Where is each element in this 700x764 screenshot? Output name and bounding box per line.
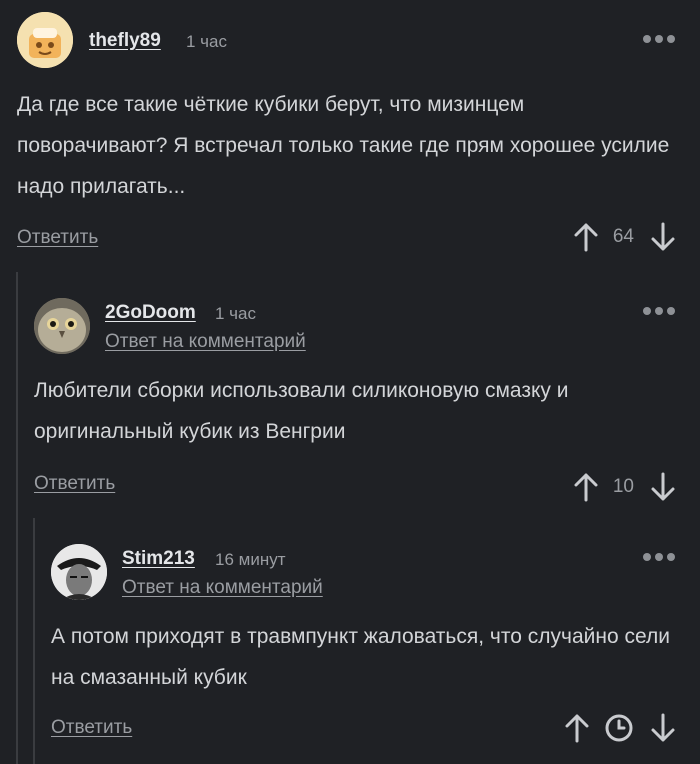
vote-count: 64 <box>612 226 634 247</box>
timestamp: 16 минут <box>215 550 286 569</box>
downvote-arrow-icon[interactable] <box>650 222 676 252</box>
clock-icon <box>605 714 633 742</box>
comment-text: А потом приходят в травмпункт жаловаться… <box>51 625 670 689</box>
vote-controls <box>564 713 676 743</box>
comment-header: 2GoDoom 1 час Ответ на комментарий <box>17 272 700 354</box>
comment-header: thefly89 1 час <box>0 0 700 70</box>
upvote-arrow-icon[interactable] <box>573 472 599 502</box>
thread-line[interactable] <box>16 272 18 764</box>
username[interactable]: Stim213 <box>122 548 195 570</box>
upvote-arrow-icon[interactable] <box>564 713 590 743</box>
username[interactable]: 2GoDoom <box>105 302 196 324</box>
username[interactable]: thefly89 <box>89 30 161 52</box>
reply-to-link[interactable]: Ответ на комментарий <box>122 577 323 599</box>
vote-controls: 64 <box>573 222 676 252</box>
more-options-icon[interactable] <box>643 307 675 315</box>
avatar[interactable] <box>51 544 107 600</box>
comment-header: Stim213 16 минут Ответ на комментарий <box>34 518 700 600</box>
comment: 2GoDoom 1 час Ответ на комментарий Любит… <box>17 272 700 502</box>
more-options-icon[interactable] <box>643 553 675 561</box>
avatar[interactable] <box>17 12 73 68</box>
comment: thefly89 1 час Да где все такие чёткие к… <box>0 0 700 252</box>
comment-text: Любители сборки использовали силиконовую… <box>34 379 569 443</box>
downvote-arrow-icon[interactable] <box>650 713 676 743</box>
avatar[interactable] <box>34 298 90 354</box>
comments-feed: thefly89 1 час Да где все такие чёткие к… <box>0 0 700 764</box>
reply-button[interactable]: Ответить <box>17 227 98 249</box>
downvote-arrow-icon[interactable] <box>650 472 676 502</box>
reply-button[interactable]: Ответить <box>34 473 115 495</box>
vote-count: 10 <box>612 476 634 497</box>
reply-button[interactable]: Ответить <box>51 717 132 739</box>
reply-to-link[interactable]: Ответ на комментарий <box>105 331 306 353</box>
timestamp: 1 час <box>186 32 227 51</box>
comment-text: Да где все такие чёткие кубики берут, чт… <box>17 93 670 198</box>
timestamp: 1 час <box>215 304 256 323</box>
more-options-icon[interactable] <box>643 35 675 43</box>
comment: Stim213 16 минут Ответ на комментарий А … <box>34 518 700 743</box>
upvote-arrow-icon[interactable] <box>573 222 599 252</box>
vote-controls: 10 <box>573 472 676 502</box>
